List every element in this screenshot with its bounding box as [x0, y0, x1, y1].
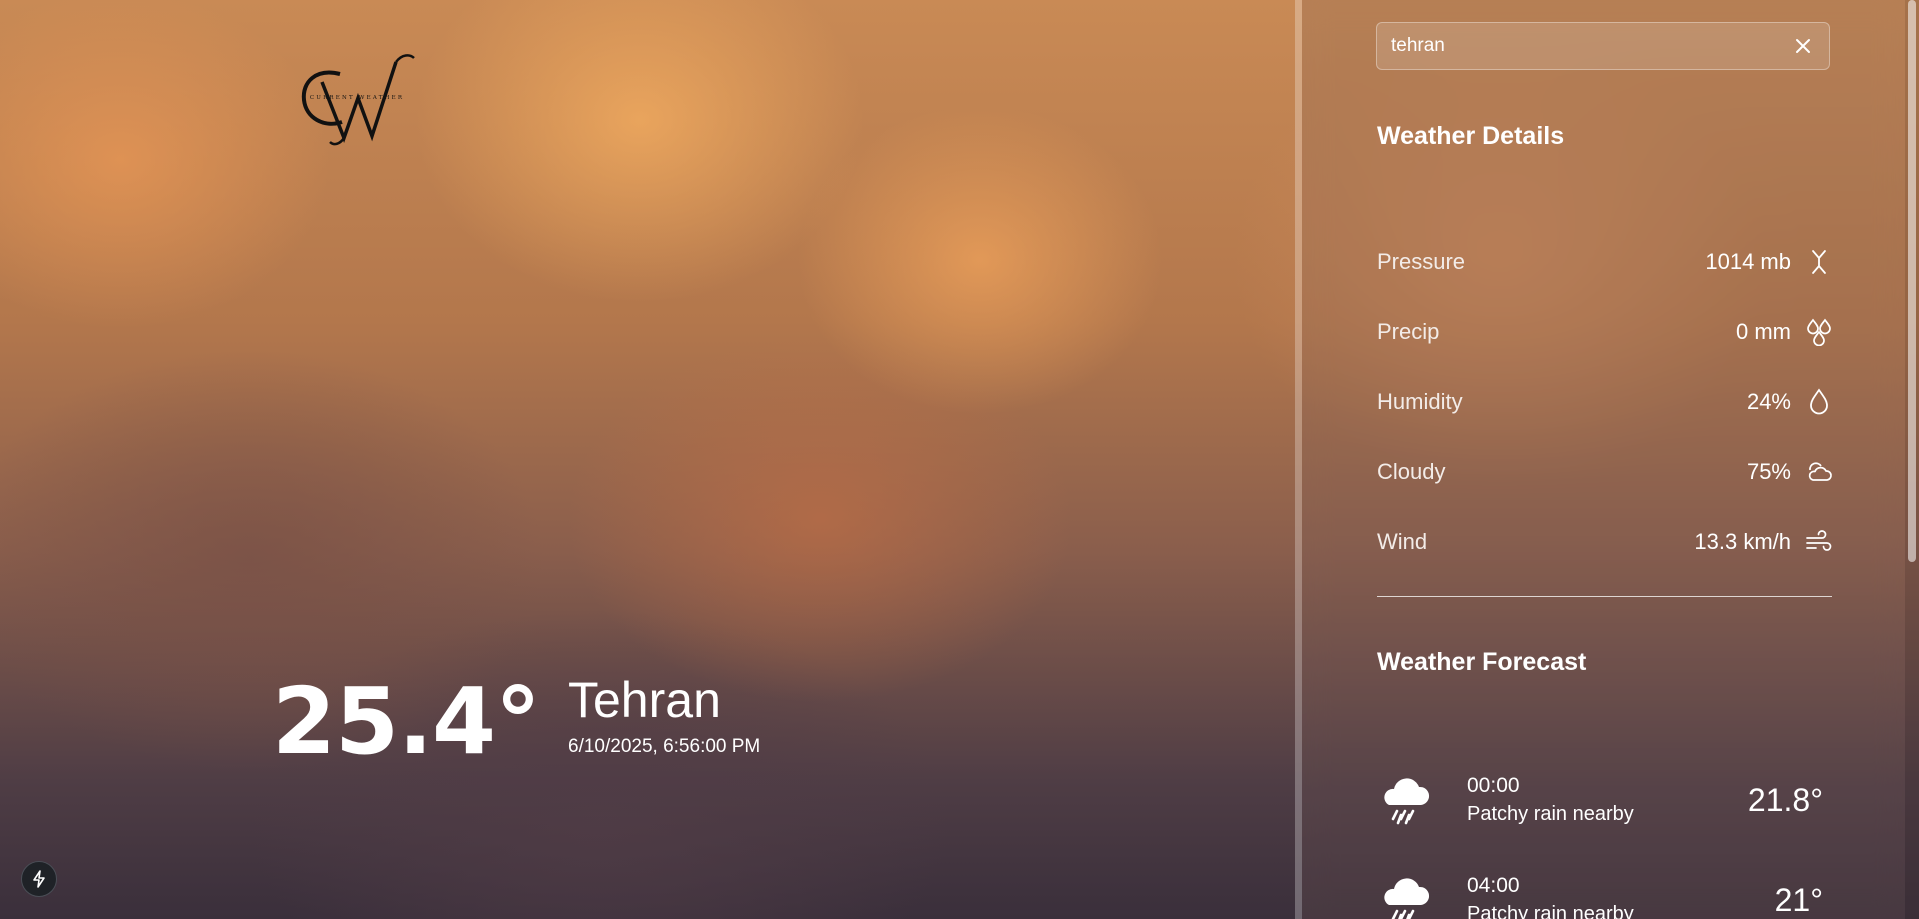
scrollbar-thumb[interactable] [1908, 0, 1916, 562]
forecast-item: 00:00 Patchy rain nearby 21.8° [1377, 750, 1833, 850]
forecast-time: 00:00 [1467, 774, 1520, 797]
detail-row-wind: Wind 13.3 km/h [1377, 507, 1833, 577]
section-divider [1377, 596, 1832, 597]
forecast-condition: Patchy rain nearby [1467, 803, 1634, 825]
detail-row-precip: Precip 0 mm [1377, 297, 1833, 367]
detail-value: 1014 mb [1705, 249, 1791, 274]
search-box [1376, 22, 1830, 70]
details-title: Weather Details [1377, 122, 1565, 150]
detail-label: Humidity [1377, 389, 1463, 414]
forecast-temp: 21.8° [1747, 781, 1823, 818]
forecast-temp: 21° [1774, 881, 1823, 918]
weather-details-list: Pressure 1014 mb Precip 0 mm Humidity 24… [1377, 227, 1833, 577]
forecast-list: 00:00 Patchy rain nearby 21.8° 04:00 Pat… [1377, 750, 1833, 919]
current-temperature: 25.4° [272, 668, 541, 775]
detail-row-cloudy: Cloudy 75% [1377, 437, 1833, 507]
svg-text:CURRENT WEATHER: CURRENT WEATHER [310, 95, 404, 101]
forecast-time: 04:00 [1467, 874, 1520, 897]
forecast-item: 04:00 Patchy rain nearby 21° [1377, 850, 1833, 919]
cloud-rain-icon [1377, 871, 1435, 919]
detail-value: 13.3 km/h [1694, 529, 1791, 554]
weather-page: CURRENT WEATHER 25.4° Tehran 6/10/2025, … [0, 0, 1919, 919]
cloud-rain-icon [1377, 771, 1435, 829]
detail-label: Precip [1377, 319, 1440, 344]
search-input[interactable] [1377, 22, 1783, 70]
cw-monogram-logo-icon: CURRENT WEATHER [301, 54, 415, 146]
panel-divider [1295, 0, 1302, 919]
forecast-text: 04:00 Patchy rain nearby [1467, 874, 1775, 919]
bolt-icon [33, 870, 45, 888]
clear-search-button[interactable] [1783, 26, 1823, 66]
detail-value: 0 mm [1736, 319, 1791, 344]
detail-value: 75% [1746, 459, 1791, 484]
city-name: Tehran [568, 672, 721, 728]
detail-value: 24% [1746, 389, 1791, 414]
detail-row-humidity: Humidity 24% [1377, 367, 1833, 437]
pressure-arrows-icon [1805, 248, 1833, 276]
bolt-button[interactable] [21, 861, 57, 897]
wind-icon [1805, 528, 1833, 556]
location-block: Tehran 6/10/2025, 6:56:00 PM [568, 673, 760, 758]
detail-label: Cloudy [1377, 459, 1446, 484]
forecast-text: 00:00 Patchy rain nearby [1467, 774, 1748, 826]
droplet-icon [1805, 388, 1833, 416]
forecast-title: Weather Forecast [1377, 648, 1587, 676]
cw-logo: CURRENT WEATHER [296, 52, 418, 148]
current-weather: 25.4° Tehran 6/10/2025, 6:56:00 PM [272, 665, 760, 768]
detail-label: Wind [1377, 529, 1428, 554]
droplets-icon [1805, 318, 1833, 346]
close-icon [1796, 39, 1810, 53]
forecast-condition: Patchy rain nearby [1467, 903, 1634, 919]
detail-label: Pressure [1377, 249, 1466, 274]
sidebar-scrollbar[interactable] [1905, 0, 1919, 919]
detail-row-pressure: Pressure 1014 mb [1377, 227, 1833, 297]
local-datetime: 6/10/2025, 6:56:00 PM [568, 736, 761, 757]
cloud-sun-icon [1805, 458, 1833, 486]
